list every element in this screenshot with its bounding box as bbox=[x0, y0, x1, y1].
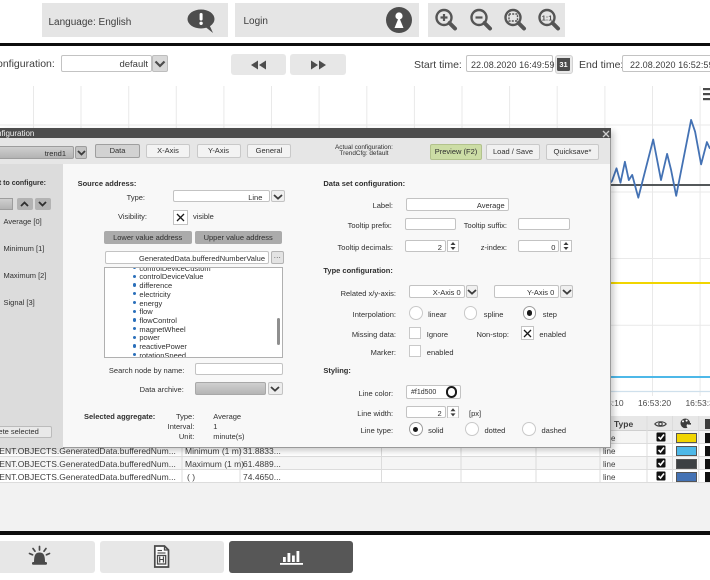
svg-text:H: H bbox=[159, 555, 165, 565]
